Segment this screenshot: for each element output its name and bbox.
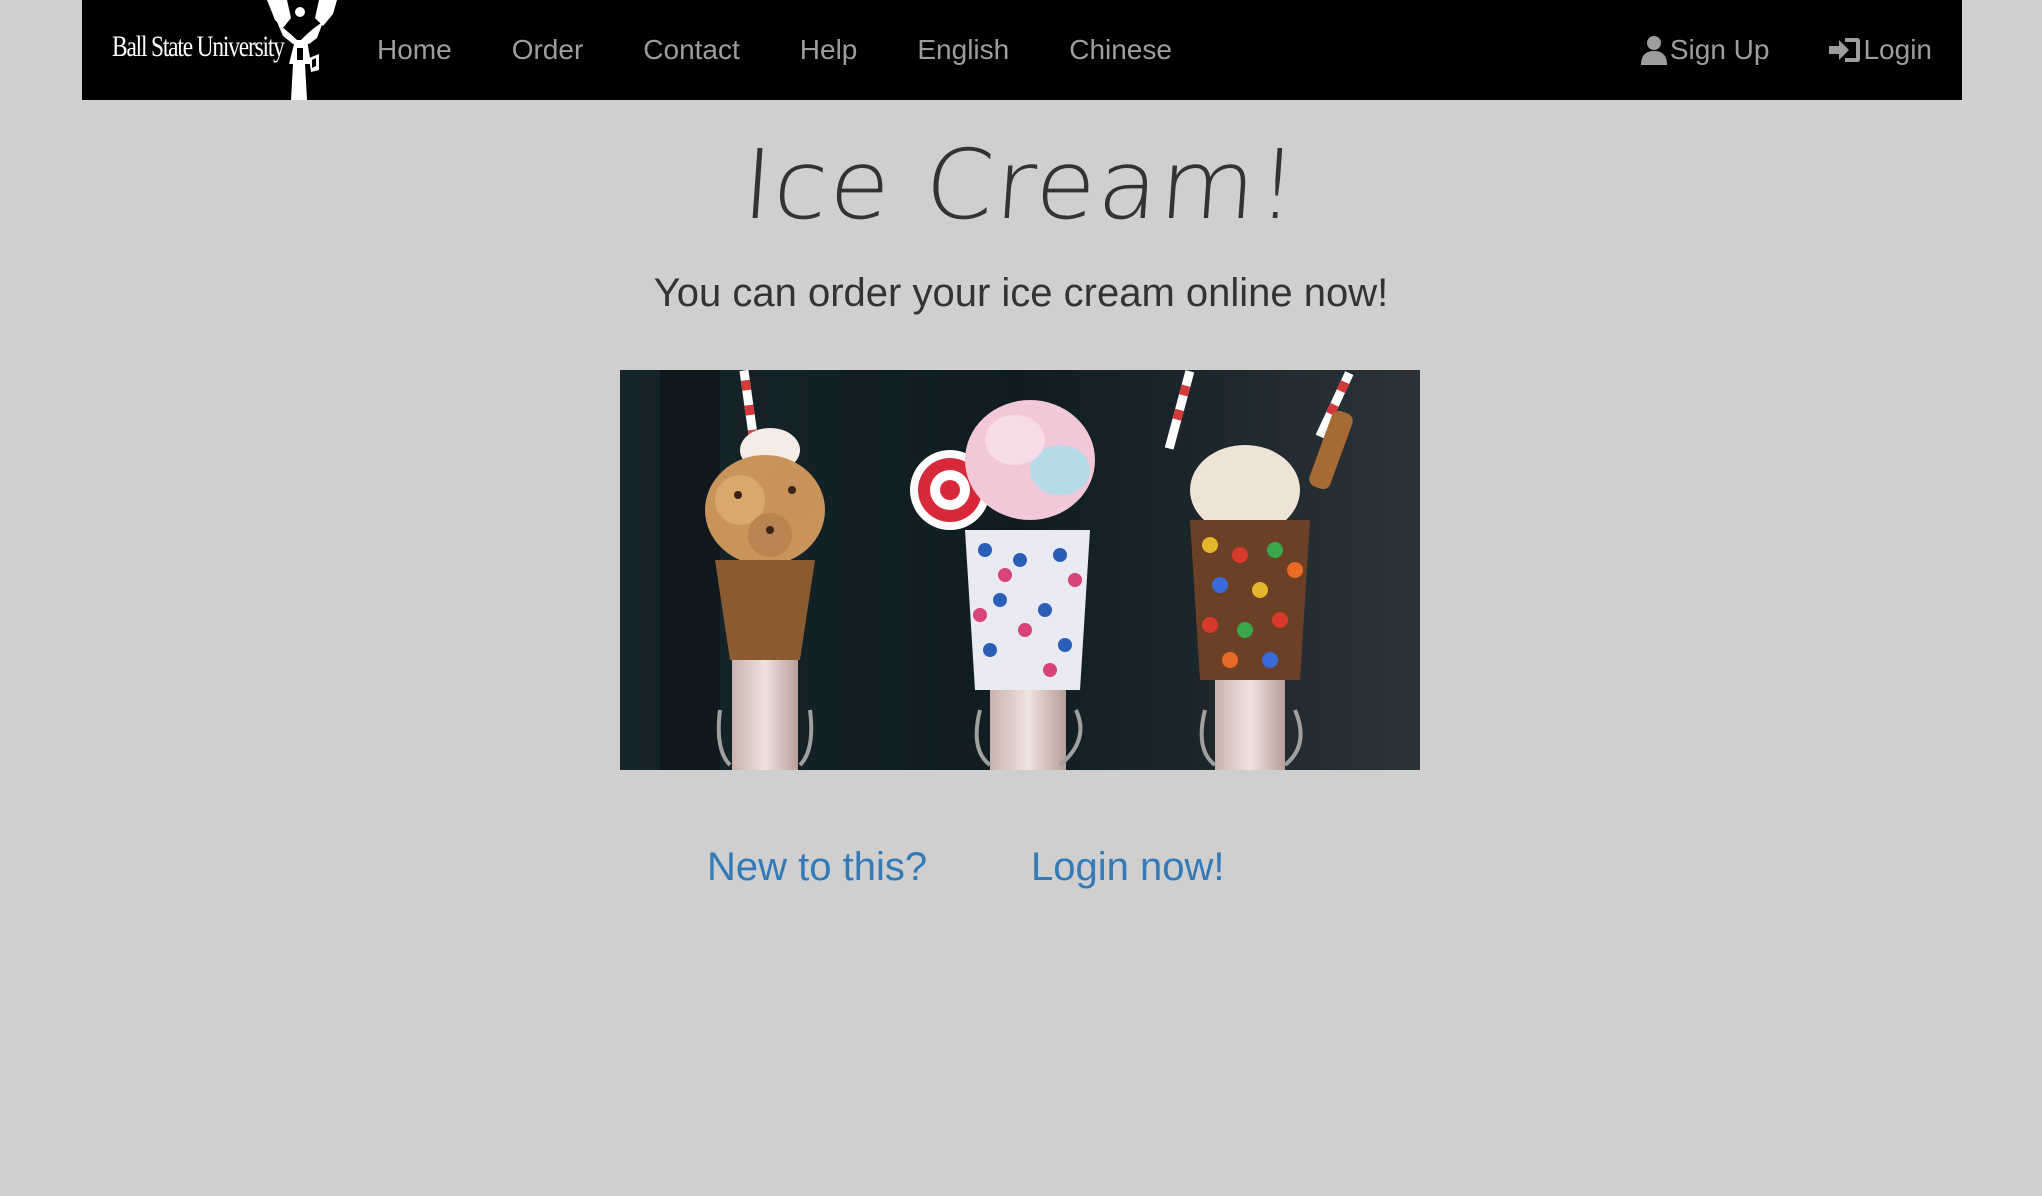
signup-link[interactable]: Sign Up	[1610, 0, 1800, 100]
page: Ball State University Home Order Contact…	[0, 0, 2042, 1196]
nav-english[interactable]: English	[887, 0, 1039, 100]
new-to-this-link[interactable]: New to this?	[707, 842, 927, 892]
log-in-icon	[1829, 38, 1861, 62]
cardinal-statue-icon	[267, 0, 337, 100]
login-now-link[interactable]: Login now!	[1031, 842, 1224, 892]
nav-chinese[interactable]: Chinese	[1039, 0, 1202, 100]
page-title: Ice Cream!	[739, 129, 1303, 241]
navbar: Ball State University Home Order Contact…	[82, 0, 1962, 100]
page-subtitle: You can order your ice cream online now!	[653, 271, 1389, 315]
nav-contact[interactable]: Contact	[613, 0, 770, 100]
ice-cream-milkshakes-image	[620, 370, 1420, 770]
primary-nav: Home Order Contact Help English Chinese	[347, 0, 1202, 100]
signup-label: Sign Up	[1669, 34, 1770, 65]
nav-home[interactable]: Home	[347, 0, 482, 100]
nav-help[interactable]: Help	[770, 0, 888, 100]
login-link[interactable]: Login	[1799, 0, 1962, 100]
account-nav: Sign Up Login	[1610, 0, 1962, 100]
nav-order[interactable]: Order	[482, 0, 614, 100]
login-label: Login	[1863, 34, 1932, 65]
brand-home-link[interactable]: Ball State University	[82, 0, 342, 100]
user-icon	[1640, 36, 1667, 65]
